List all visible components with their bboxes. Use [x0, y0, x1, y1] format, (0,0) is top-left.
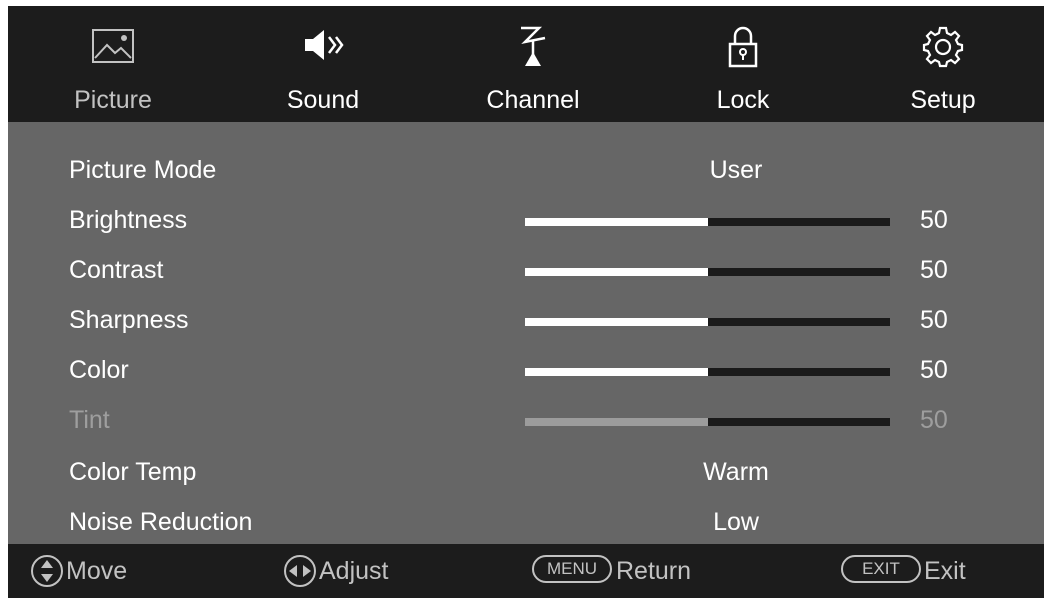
hint-exit: EXIT Exit [841, 544, 1021, 598]
menu-key-icon: MENU [532, 555, 612, 583]
hint-label: Adjust [319, 557, 389, 585]
setting-label: Brightness [69, 206, 188, 234]
setting-value: Low [713, 508, 759, 536]
setting-sharpness[interactable]: Sharpness 50 [8, 296, 1044, 346]
hint-label: Move [66, 557, 128, 585]
setting-number: 50 [920, 406, 948, 434]
tab-picture[interactable]: Picture [28, 6, 198, 122]
speaker-icon [305, 30, 344, 60]
tab-channel[interactable]: Channel [448, 6, 618, 122]
setting-value: User [709, 156, 763, 184]
setting-label: Color Temp [69, 458, 197, 486]
tab-label: Sound [286, 86, 360, 114]
setting-number: 50 [920, 356, 948, 384]
setting-color-temp[interactable]: Color Temp Warm [8, 448, 1044, 498]
setting-number: 50 [920, 256, 948, 284]
setting-contrast[interactable]: Contrast 50 [8, 246, 1044, 296]
tab-setup[interactable]: Setup [858, 6, 1028, 122]
setting-number: 50 [920, 206, 948, 234]
setting-picture-mode[interactable]: Picture Mode User [8, 146, 1044, 196]
menu-tab-bar: Picture Sound Channel Lock Setup [8, 6, 1044, 122]
tab-label: Picture [74, 86, 152, 114]
tab-label: Lock [716, 86, 770, 114]
tv-osd-menu: Picture Sound Channel Lock Setup Picture… [8, 6, 1044, 598]
hint-label: Exit [924, 557, 966, 585]
setting-label: Tint [69, 406, 110, 434]
tab-sound[interactable]: Sound [238, 6, 408, 122]
up-down-arrows-icon [31, 555, 63, 587]
left-right-arrows-icon [284, 555, 316, 587]
slider-fill [525, 318, 708, 326]
setting-color[interactable]: Color 50 [8, 346, 1044, 396]
slider-fill [525, 268, 708, 276]
antenna-icon [521, 26, 546, 66]
slider-fill [525, 218, 708, 226]
setting-brightness[interactable]: Brightness 50 [8, 196, 1044, 246]
setting-tint: Tint 50 [8, 396, 1044, 446]
tab-label: Channel [486, 86, 580, 114]
picture-icon [92, 29, 134, 63]
exit-key-icon: EXIT [841, 555, 921, 583]
color-slider[interactable] [525, 368, 890, 376]
slider-fill [525, 368, 708, 376]
gear-icon [922, 26, 964, 68]
hint-adjust: Adjust [283, 544, 483, 598]
sharpness-slider[interactable] [525, 318, 890, 326]
setting-label: Picture Mode [69, 156, 217, 184]
setting-label: Contrast [69, 256, 164, 284]
setting-noise-reduction[interactable]: Noise Reduction Low [8, 498, 1044, 548]
lock-icon [728, 26, 758, 68]
slider-fill [525, 418, 708, 426]
hint-return: MENU Return [532, 544, 752, 598]
hint-label: Return [616, 557, 692, 585]
setting-number: 50 [920, 306, 948, 334]
hint-move: Move [30, 544, 230, 598]
brightness-slider[interactable] [525, 218, 890, 226]
help-bar: Move Adjust MENU Return EXIT Exit [8, 544, 1044, 598]
setting-label: Noise Reduction [69, 508, 253, 536]
tab-label: Setup [910, 86, 976, 114]
contrast-slider[interactable] [525, 268, 890, 276]
setting-label: Color [69, 356, 129, 384]
setting-label: Sharpness [69, 306, 189, 334]
setting-value: Warm [703, 458, 769, 486]
tint-slider [525, 418, 890, 426]
tab-lock[interactable]: Lock [658, 6, 828, 122]
